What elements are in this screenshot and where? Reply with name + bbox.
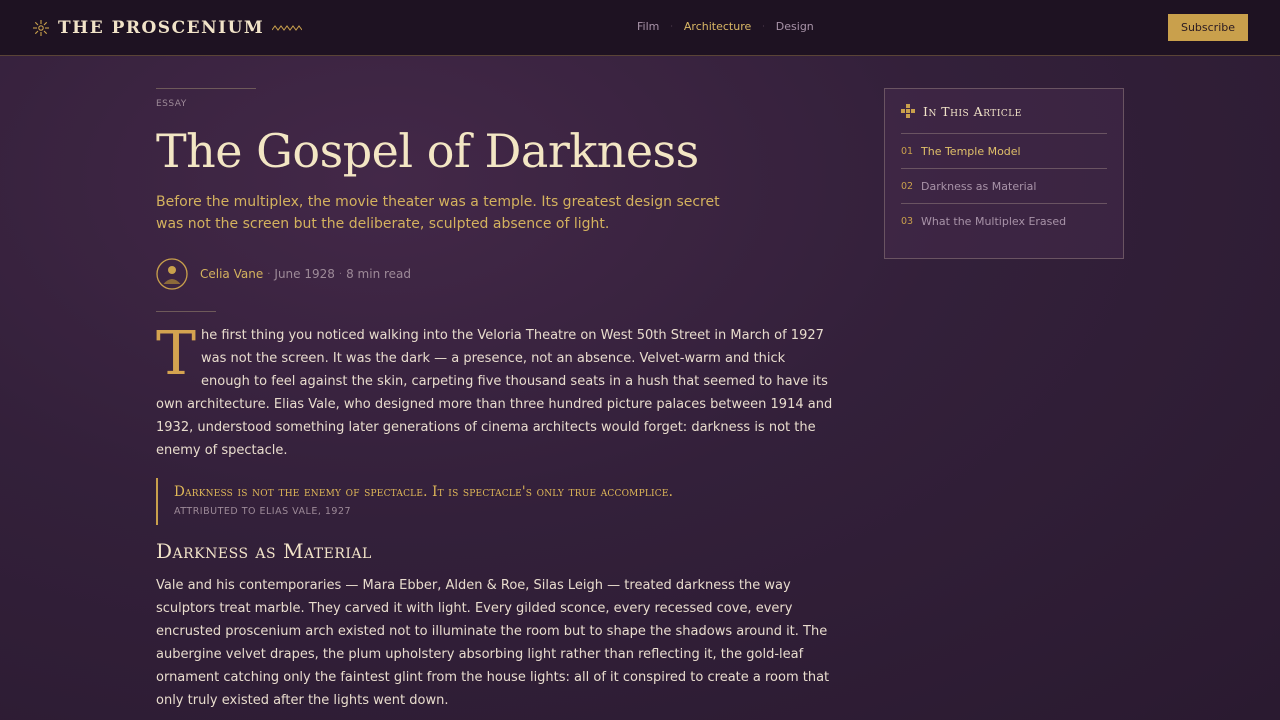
byline-divider: [156, 311, 216, 312]
toc-item-number: 03: [901, 216, 914, 227]
nav-separator: ·: [762, 22, 765, 31]
article-dek: Before the multiplex, the movie theater …: [156, 194, 720, 232]
toc-item[interactable]: 03 What the Multiplex Erased: [901, 204, 1107, 239]
section-heading: Darkness as Material: [156, 539, 372, 563]
toc-item-label: Darkness as Material: [921, 179, 1037, 193]
toc-heading: In This Article: [923, 103, 1022, 119]
zigzag-icon: [272, 25, 303, 31]
toc-item-number: 02: [901, 180, 914, 192]
pull-quote: Darkness is not the enemy of spectacle. …: [156, 478, 838, 525]
top-navigation-bar: THE PROSCENIUM Film · Architecture · Des…: [0, 0, 1280, 56]
main-nav: Film · Architecture · Design: [637, 20, 814, 33]
toc-item-number: 01: [901, 145, 914, 157]
byline: Celia Vane · June 1928 · 8 min read: [156, 257, 838, 291]
kicker-divider: [156, 88, 256, 89]
toc-item-label: The Temple Model: [921, 144, 1021, 158]
pull-quote-text: Darkness is not the enemy of spectacle. …: [174, 484, 674, 500]
toc-item-label: What the Multiplex Erased: [921, 215, 1067, 228]
toc-item[interactable]: 01 The Temple Model: [901, 134, 1107, 169]
drop-cap: T: [156, 319, 197, 389]
byline-separator: ·: [338, 268, 343, 280]
table-of-contents: In This Article 01 The Temple Model 02 D…: [884, 88, 1124, 259]
toc-header: In This Article: [901, 89, 1107, 134]
lead-paragraph: The first thing you noticed walking into…: [156, 324, 838, 462]
lead-text: he first thing you noticed walking into …: [156, 328, 833, 458]
sunburst-icon: [33, 20, 49, 36]
brand-name: THE PROSCENIUM: [58, 18, 265, 38]
article-kicker: ESSAY: [156, 99, 187, 109]
byline-separator: ·: [267, 268, 271, 280]
article-title: The Gospel of Darkness: [156, 124, 699, 178]
nav-link-design[interactable]: Design: [776, 20, 814, 33]
nav-separator: ·: [670, 22, 673, 31]
publish-date: June 1928: [274, 267, 335, 281]
subscribe-button[interactable]: Subscribe: [1168, 14, 1248, 41]
brand-logo[interactable]: THE PROSCENIUM: [32, 14, 303, 42]
avatar-icon: [156, 258, 188, 290]
article: ESSAY The Gospel of Darkness Before the …: [156, 88, 838, 712]
toc-list: 01 The Temple Model 02 Darkness as Mater…: [901, 134, 1107, 239]
nav-link-film[interactable]: Film: [637, 20, 659, 33]
nav-link-architecture[interactable]: Architecture: [684, 20, 751, 33]
toc-item[interactable]: 02 Darkness as Material: [901, 169, 1107, 204]
pull-quote-attribution: ATTRIBUTED TO ELIAS VALE, 1927: [174, 506, 352, 517]
body-paragraph: Vale and his contemporaries — Mara Ebber…: [156, 578, 830, 708]
read-time: 8 min read: [346, 267, 412, 281]
author-name[interactable]: Celia Vane: [200, 267, 263, 281]
plus-ornament-icon: [901, 104, 915, 118]
